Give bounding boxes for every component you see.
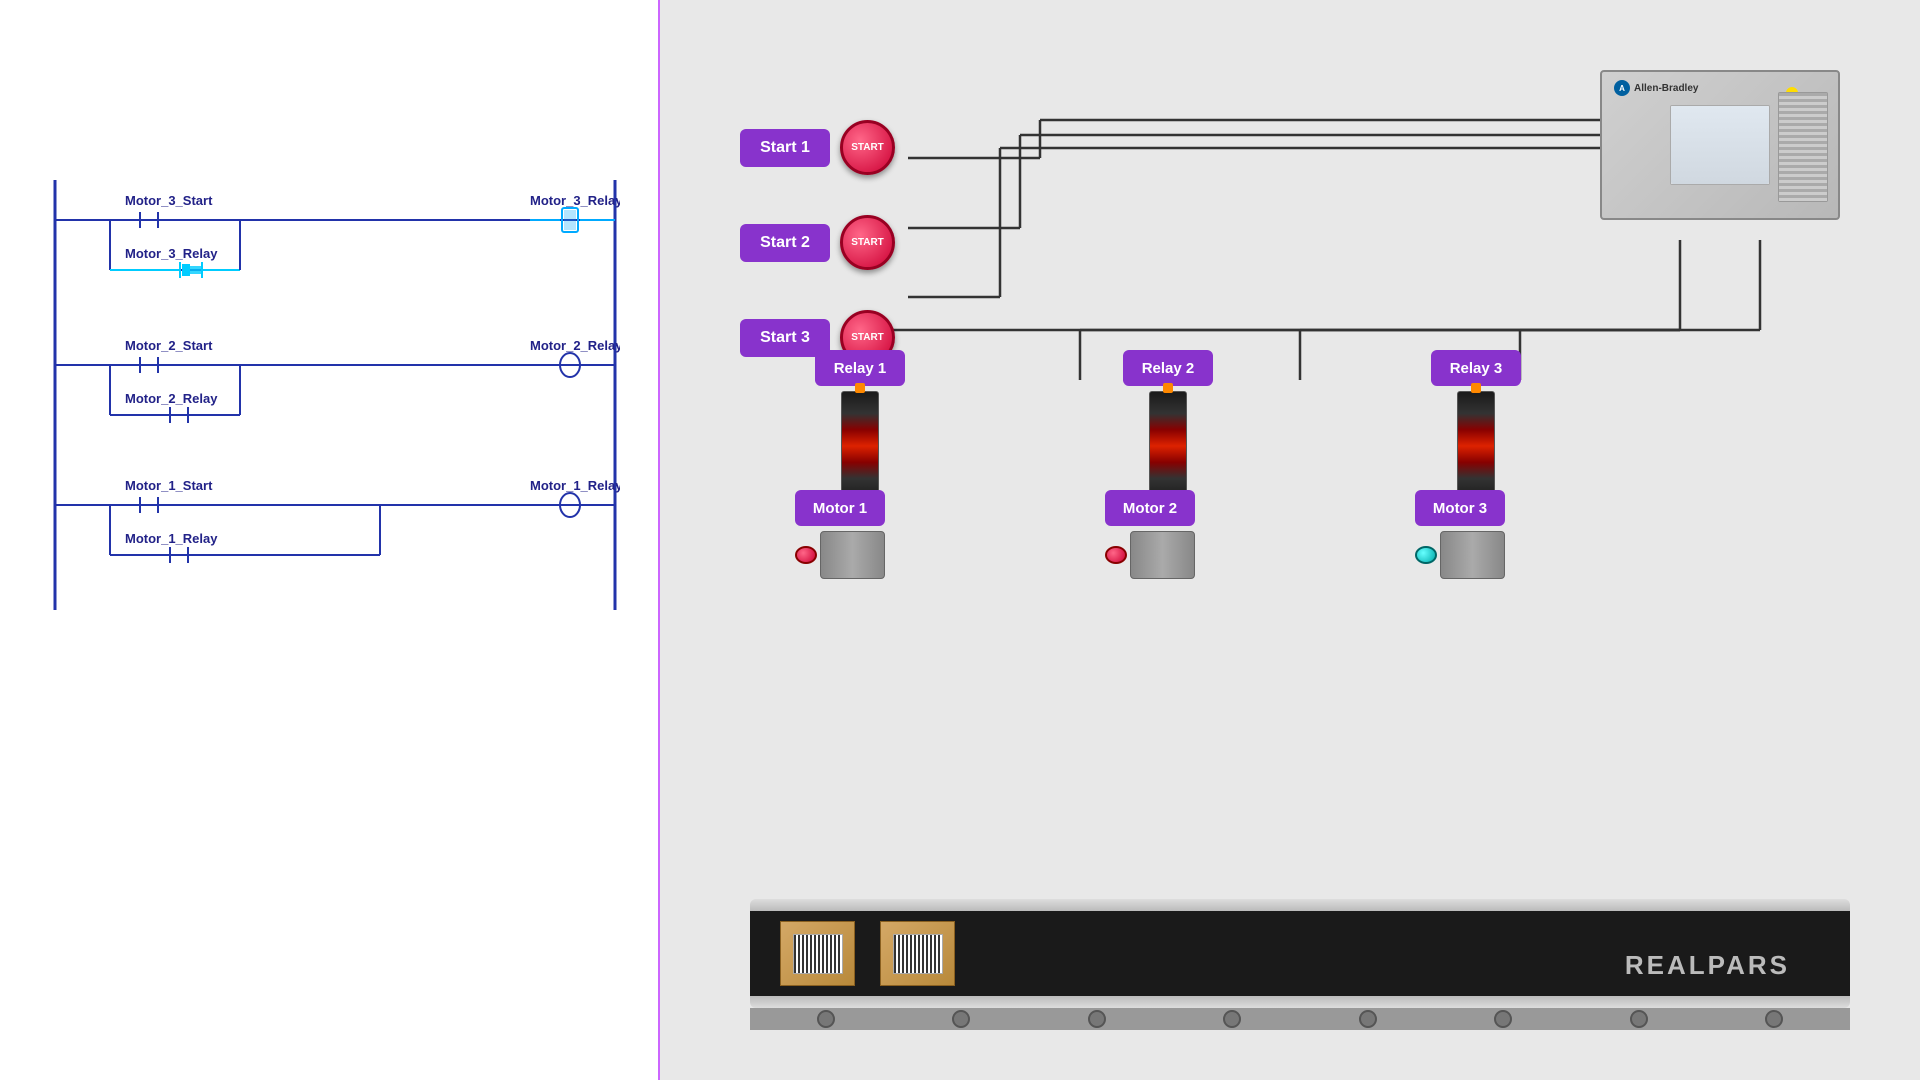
wheel-3 (1088, 1010, 1106, 1028)
conveyor-bottom-rail (750, 996, 1850, 1008)
relay-3-module (1457, 391, 1495, 501)
plc-module (1778, 92, 1828, 202)
relay-3-label: Relay 3 (1431, 350, 1521, 386)
svg-text:Motor_3_Relay: Motor_3_Relay (125, 246, 218, 261)
start-row-1: Start 1 START (740, 120, 895, 175)
plc-controller: A Allen-Bradley (1600, 70, 1860, 230)
motor-1-assembly (795, 531, 885, 579)
relay-2-body (1149, 391, 1187, 501)
motor-3-label: Motor 3 (1415, 490, 1505, 526)
motor-2-body (1130, 531, 1195, 579)
svg-text:Motor_2_Relay: Motor_2_Relay (125, 391, 218, 406)
svg-text:Motor_1_Relay: Motor_1_Relay (530, 478, 620, 493)
wheel-6 (1494, 1010, 1512, 1028)
wheel-2 (952, 1010, 970, 1028)
wheel-8 (1765, 1010, 1783, 1028)
svg-text:Motor_3_Start: Motor_3_Start (125, 193, 213, 208)
motor-1-body (820, 531, 885, 579)
relay-1-body (841, 391, 879, 501)
motor-3-body (1440, 531, 1505, 579)
motor-2-group: Motor 2 (1105, 490, 1195, 579)
motor-1-group: Motor 1 (795, 490, 885, 579)
wheel-1 (817, 1010, 835, 1028)
plc-screen (1670, 105, 1770, 185)
conveyor-box-1 (780, 921, 855, 986)
motor-3-assembly (1415, 531, 1505, 579)
start-row-2: Start 2 START (740, 215, 895, 270)
realpars-logo: REALPARS (1625, 950, 1790, 981)
conveyor-belt: REALPARS (750, 911, 1850, 996)
svg-text:Motor_3_Relay: Motor_3_Relay (530, 193, 620, 208)
motor-3-indicator (1415, 546, 1437, 564)
plc-visual-panel: A Allen-Bradley Start 1 START Start 2 ST… (660, 0, 1920, 1080)
plc-module-body (1779, 93, 1827, 201)
box-2-barcode (893, 934, 943, 974)
conveyor-top-rail (750, 899, 1850, 911)
svg-text:Motor_2_Relay: Motor_2_Relay (530, 338, 620, 353)
start-2-label: Start 2 (740, 224, 830, 262)
relay-row: Relay 1 Relay 2 Relay 3 (815, 350, 1521, 501)
start-1-button[interactable]: START (840, 120, 895, 175)
ladder-container: Motor_3_Start Motor_3_Relay Motor_3_ (40, 180, 620, 615)
relay-2-label: Relay 2 (1123, 350, 1213, 386)
ladder-svg: Motor_3_Start Motor_3_Relay Motor_3_ (40, 180, 620, 610)
motor-2-label: Motor 2 (1105, 490, 1195, 526)
motor-1-indicator (795, 546, 817, 564)
svg-text:Motor_1_Start: Motor_1_Start (125, 478, 213, 493)
relay-2-group: Relay 2 (1123, 350, 1213, 501)
start-2-button[interactable]: START (840, 215, 895, 270)
start-1-label: Start 1 (740, 129, 830, 167)
relay-2-connector-top (1163, 383, 1173, 393)
relay-3-group: Relay 3 (1431, 350, 1521, 501)
ladder-logic-panel: Motor_3_Start Motor_3_Relay Motor_3_ (0, 0, 660, 1080)
plc-brand: A Allen-Bradley (1614, 80, 1698, 96)
relay-2-module (1149, 391, 1187, 501)
wheel-5 (1359, 1010, 1377, 1028)
relay-1-module (841, 391, 879, 501)
svg-text:Motor_1_Relay: Motor_1_Relay (125, 531, 218, 546)
motor-3-group: Motor 3 (1415, 490, 1505, 579)
plc-screen-display (1671, 106, 1769, 184)
motor-2-assembly (1105, 531, 1195, 579)
relay-3-connector-top (1471, 383, 1481, 393)
motor-2-indicator (1105, 546, 1127, 564)
motor-row: Motor 1 Motor 2 Motor 3 (795, 490, 1505, 579)
conveyor-wheel-row (750, 1008, 1850, 1030)
conveyor-box-2 (880, 921, 955, 986)
relay-1-label: Relay 1 (815, 350, 905, 386)
plc-body: A Allen-Bradley (1600, 70, 1840, 220)
relay-1-connector-top (855, 383, 865, 393)
ab-logo-circle: A (1614, 80, 1630, 96)
start-button-group: Start 1 START Start 2 START Start 3 STAR… (740, 120, 895, 365)
box-1-barcode (793, 934, 843, 974)
relay-1-group: Relay 1 (815, 350, 905, 501)
wheel-4 (1223, 1010, 1241, 1028)
relay-3-body (1457, 391, 1495, 501)
wheel-7 (1630, 1010, 1648, 1028)
plc-brand-text: Allen-Bradley (1634, 83, 1698, 94)
svg-text:Motor_2_Start: Motor_2_Start (125, 338, 213, 353)
conveyor-system: REALPARS (730, 899, 1870, 1030)
motor-1-label: Motor 1 (795, 490, 885, 526)
